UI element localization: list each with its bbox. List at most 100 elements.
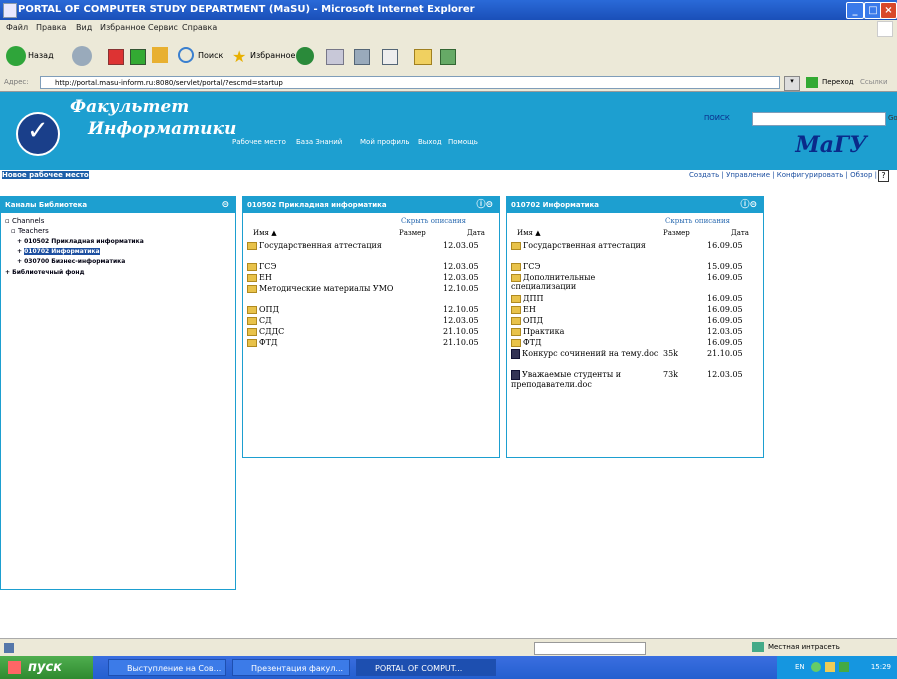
print-icon[interactable] [354,49,370,65]
favorites-star-icon[interactable]: ★ [232,47,246,66]
windows-flag-icon [8,661,21,674]
folder-icon[interactable] [414,49,432,65]
history-icon[interactable] [296,47,314,65]
file-name[interactable]: Практика [511,327,659,336]
menu-tools[interactable]: Сервис [148,23,178,32]
folder-icon [511,317,521,325]
tree-channels[interactable]: ▫ Channels [5,217,44,225]
window-titlebar: PORTAL OF COMPUTER STUDY DEPARTMENT (MaS… [0,0,897,20]
workspace-actions[interactable]: Создать | Управление | Конфигурировать |… [689,171,877,179]
folder-icon [247,317,257,325]
faculty-logo-text: Факультет Информатики [70,96,236,140]
panel-controls-icon[interactable]: ⓘ⊝ [740,197,757,213]
back-arrow-icon[interactable] [6,46,26,66]
file-name[interactable]: ЕН [247,273,395,282]
tree-item-business-informatics[interactable]: + 030700 Бизнес-информатика [17,258,125,265]
file-name[interactable]: ФТД [247,338,395,347]
portal-search-go[interactable]: Go [888,114,897,122]
address-input[interactable]: http://portal.masu-inform.ru:8080/servle… [40,76,780,89]
file-name[interactable]: ГСЭ [511,262,659,271]
tree-teachers[interactable]: ▫ Teachers [11,227,49,235]
volume-icon[interactable] [825,662,835,672]
mail-icon[interactable] [326,49,344,65]
network-icon[interactable] [811,662,821,672]
panel-controls-icon[interactable]: ⓘ⊝ [476,197,493,213]
folder-icon [511,339,521,347]
task-button-active[interactable]: PORTAL OF COMPUT... [356,659,496,676]
col-date-header[interactable]: Дата [467,229,485,237]
nav-help[interactable]: Помощь [448,138,478,146]
ie-app-icon [3,3,17,18]
stop-icon[interactable] [108,49,124,65]
file-name[interactable]: ОПД [247,305,395,314]
minimize-panel-icon[interactable]: ⊝ [221,197,229,213]
file-date: 16.09.05 [707,338,743,347]
home-icon[interactable] [152,47,168,63]
help-icon[interactable]: ? [878,170,889,182]
minimize-button[interactable]: _ [846,2,864,19]
hide-descriptions-link[interactable]: Скрыть описания [401,217,466,225]
go-arrow-icon[interactable] [806,77,818,88]
hide-descriptions-link[interactable]: Скрыть описания [665,217,730,225]
tree-label: 030700 Бизнес-информатика [24,258,126,265]
nav-profile[interactable]: Мой профиль [360,138,410,146]
file-name[interactable]: Дополнительные специализации [511,273,659,291]
col-name-header[interactable]: Имя ▲ [517,229,541,237]
col-size-header[interactable]: Размер [663,229,690,237]
file-name-text: Практика [523,327,565,336]
file-name[interactable]: Уважаемые студенты и преподаватели.doc [511,370,659,389]
file-name[interactable]: ОПД [511,316,659,325]
back-button[interactable]: Назад [28,45,54,67]
file-name-text: ГСЭ [523,262,541,271]
tree-item-informatics[interactable]: + 010702 Информатика [17,248,100,255]
nav-logout[interactable]: Выход [418,138,442,146]
language-indicator[interactable]: EN [795,656,805,679]
tree-item-library[interactable]: + Библиотечный фонд [5,269,84,276]
tray-app-icon[interactable] [839,662,849,672]
chevron-down-icon[interactable]: ▾ [784,76,800,91]
close-button[interactable]: × [880,2,897,19]
file-name[interactable]: СДДС [247,327,395,336]
file-name[interactable]: ГСЭ [247,262,395,271]
file-name[interactable]: СД [247,316,395,325]
refresh-icon[interactable] [130,49,146,65]
search-button[interactable]: Поиск [198,45,223,67]
menu-help[interactable]: Справка [182,23,217,32]
favorites-button[interactable]: Избранное [250,45,295,67]
task-button[interactable]: Презентация факул... [232,659,350,676]
new-workplace-link[interactable]: Новое рабочее место [2,171,89,179]
file-name[interactable]: ЕН [511,305,659,314]
menu-file[interactable]: Файл [6,23,28,32]
toolbar: Назад Поиск ★ Избранное [0,37,897,76]
menu-edit[interactable]: Правка [36,23,66,32]
edit-icon[interactable] [382,49,398,65]
nav-workplace[interactable]: Рабочее место [232,138,286,146]
file-name[interactable]: Конкурс сочинений на тему.doc [511,349,659,359]
nav-knowledge-base[interactable]: База Знаний [296,138,342,146]
tree-label: Teachers [17,227,49,235]
folder-icon [511,328,521,336]
task-button[interactable]: Выступление на Сов... [108,659,226,676]
menu-favorites[interactable]: Избранное [100,23,145,32]
file-name[interactable]: ФТД [511,338,659,347]
file-name[interactable]: Методические материалы УМО [247,284,395,293]
file-name[interactable]: Государственная аттестация [511,241,659,250]
portal-search-input[interactable] [752,112,886,126]
document-icon [511,349,520,359]
file-name-text: ЕН [523,305,536,314]
file-name[interactable]: ДПП [511,294,659,303]
file-name[interactable]: Государственная аттестация [247,241,395,250]
tree-item-applied-informatics[interactable]: + 010502 Прикладная информатика [17,238,144,245]
search-icon[interactable] [178,47,194,63]
go-button[interactable]: Переход [822,78,854,86]
forward-arrow-icon[interactable] [72,46,92,66]
file-date: 21.10.05 [443,327,479,336]
col-name-header[interactable]: Имя ▲ [253,229,277,237]
start-button[interactable]: пуск [0,656,93,679]
col-date-header[interactable]: Дата [731,229,749,237]
messenger-icon[interactable] [440,49,456,65]
links-label[interactable]: Ссылки [860,78,888,86]
menu-view[interactable]: Вид [76,23,92,32]
col-size-header[interactable]: Размер [399,229,426,237]
window-title: PORTAL OF COMPUTER STUDY DEPARTMENT (MaS… [18,4,475,15]
